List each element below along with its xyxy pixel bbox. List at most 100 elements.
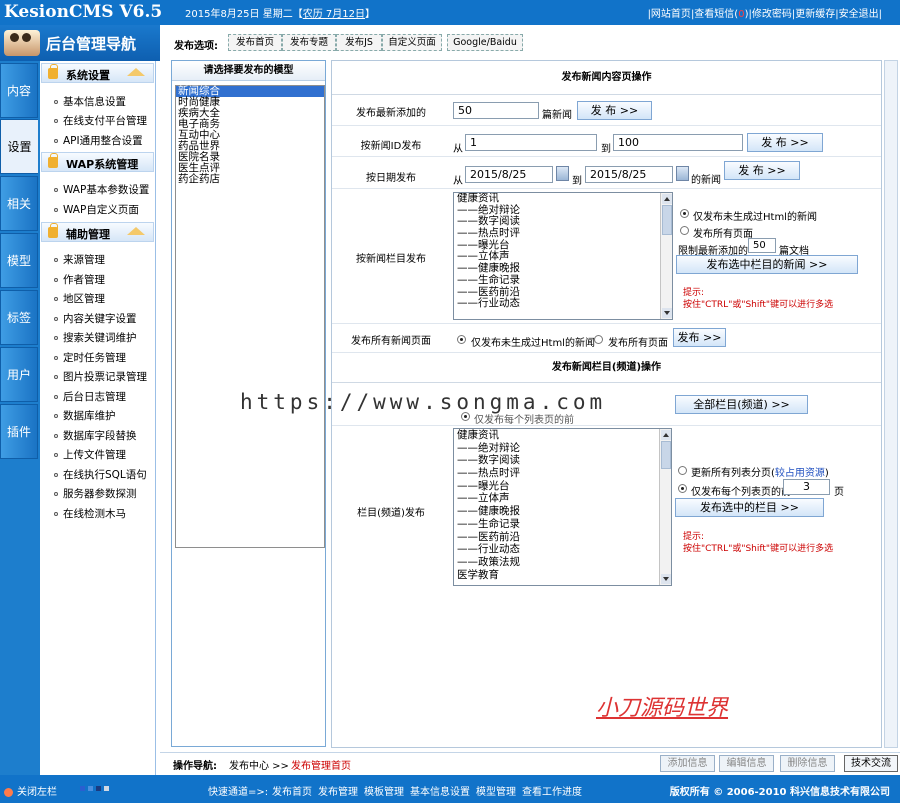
custom-page-button[interactable]: 自定义页面 — [382, 34, 442, 51]
quick-link-model[interactable]: 模型管理 — [476, 787, 516, 798]
model-option[interactable]: 药企药店 — [176, 174, 324, 185]
list-item[interactable]: 健康资讯 — [454, 193, 672, 205]
sidebar-item-upload-files[interactable]: 上传文件管理 — [54, 447, 126, 462]
add-info-button[interactable]: 添加信息 — [660, 755, 715, 772]
publish-latest-button[interactable]: 发 布 >> — [577, 101, 652, 120]
messages-link[interactable]: |查看短信( — [691, 9, 738, 20]
publish-by-date-button[interactable]: 发 布 >> — [724, 161, 800, 180]
tab-users[interactable]: 用户 — [0, 347, 38, 402]
sidebar-item-source[interactable]: 来源管理 — [54, 252, 105, 267]
sidebar-item-trojan-check[interactable]: 在线检测木马 — [54, 506, 126, 521]
publish-special-button[interactable]: 发布专题 — [282, 34, 336, 51]
list-item[interactable]: ——行业动态 — [454, 297, 672, 310]
sidebar-item-author[interactable]: 作者管理 — [54, 272, 105, 287]
list-scrollbar[interactable] — [659, 429, 671, 585]
sidebar-item-keywords[interactable]: 内容关键字设置 — [54, 311, 137, 326]
tab-related[interactable]: 相关 — [0, 176, 38, 231]
publish-all-channels-button[interactable]: 全部栏目(频道) >> — [675, 395, 808, 414]
list-item[interactable]: 医学教育 — [454, 569, 671, 582]
publish-column-news-button[interactable]: 发布选中栏目的新闻 >> — [676, 255, 858, 274]
sidebar-item-payment-platform[interactable]: 在线支付平台管理 — [54, 113, 147, 128]
sidebar-item-image-votes[interactable]: 图片投票记录管理 — [54, 369, 147, 384]
theme-swatch-icon[interactable] — [104, 786, 109, 791]
model-list[interactable]: 新闻综合 时尚健康 疾病大全 电子商务 互动中心 药品世界 医院名录 医生点评 … — [175, 85, 325, 548]
sidebar-item-region[interactable]: 地区管理 — [54, 291, 105, 306]
sidebar-item-sql[interactable]: 在线执行SQL语句 — [54, 467, 147, 482]
sidebar-item-admin-log[interactable]: 后台日志管理 — [54, 389, 126, 404]
publish-js-button[interactable]: 发布JS — [336, 34, 382, 51]
home-link[interactable]: |网站首页 — [648, 9, 691, 20]
section-wap-system[interactable]: WAP系统管理 — [41, 152, 154, 172]
sidebar-item-db-maintenance[interactable]: 数据库维护 — [54, 408, 116, 423]
section-system-settings[interactable]: 系统设置 — [41, 63, 154, 83]
list-item[interactable]: ——健康晚报 — [454, 505, 671, 518]
quick-link-publish-home[interactable]: 发布首页 — [272, 787, 312, 798]
close-sidebar-button[interactable]: 关闭左栏 — [4, 783, 57, 798]
tab-content[interactable]: 内容 — [0, 63, 38, 118]
quick-link-template[interactable]: 模板管理 — [364, 787, 404, 798]
list-item[interactable]: ——医药前沿 — [454, 531, 671, 544]
calendar-icon[interactable] — [556, 166, 569, 181]
channel-column-list[interactable]: 健康资讯 ——绝对辩论 ——数字阅读 ——热点时评 ——曝光台 ——立体声 ——… — [453, 428, 672, 586]
unpublished-only-radio[interactable] — [680, 209, 689, 218]
section-auxiliary[interactable]: 辅助管理 — [41, 222, 154, 242]
publish-by-id-button[interactable]: 发 布 >> — [747, 133, 823, 152]
sidebar-item-search-keywords[interactable]: 搜索关键词维护 — [54, 330, 137, 345]
list-item[interactable]: ——热点时评 — [454, 227, 672, 240]
list-item[interactable]: ——政策法规 — [454, 556, 671, 569]
quick-link-progress[interactable]: 查看工作进度 — [522, 787, 582, 798]
quick-link-basic-info[interactable]: 基本信息设置 — [410, 787, 470, 798]
update-cache-link[interactable]: |更新缓存 — [792, 9, 835, 20]
update-all-pages-radio[interactable] — [678, 466, 687, 475]
main-scrollbar[interactable] — [884, 60, 898, 748]
latest-count-input[interactable]: 50 — [453, 102, 539, 119]
list-item[interactable]: ——绝对辩论 — [454, 442, 671, 455]
date-to-input[interactable]: 2015/8/25 — [585, 166, 673, 183]
publish-all-button[interactable]: 发布 >> — [673, 328, 726, 347]
list-scrollbar[interactable] — [660, 193, 672, 319]
edit-info-button[interactable]: 编辑信息 — [719, 755, 774, 772]
id-from-input[interactable]: 1 — [465, 134, 597, 151]
sidebar-item-server-probe[interactable]: 服务器参数探测 — [54, 486, 137, 501]
list-item[interactable]: ——曝光台 — [454, 480, 671, 493]
list-item[interactable]: ——热点时评 — [454, 467, 671, 480]
tab-tags[interactable]: 标签 — [0, 290, 38, 345]
list-item[interactable]: ——数字阅读 — [454, 454, 671, 467]
quick-link-publish-manage[interactable]: 发布管理 — [318, 787, 358, 798]
lunar-date-link[interactable]: 农历 7月12日 — [303, 9, 365, 20]
pages-count-input[interactable]: 3 — [783, 479, 830, 495]
list-item[interactable]: 健康资讯 — [454, 429, 671, 442]
sidebar-item-wap-custom-page[interactable]: WAP自定义页面 — [54, 202, 139, 217]
list-item[interactable]: ——行业动态 — [454, 543, 671, 556]
limit-input[interactable]: 50 — [748, 238, 776, 253]
theme-swatch-icon[interactable] — [80, 786, 85, 791]
calendar-icon[interactable] — [676, 166, 689, 181]
first-pages-radio[interactable] — [678, 484, 687, 493]
sidebar-item-scheduled-tasks[interactable]: 定时任务管理 — [54, 350, 126, 365]
publish-home-button[interactable]: 发布首页 — [228, 34, 282, 51]
delete-info-button[interactable]: 删除信息 — [780, 755, 835, 772]
tab-models[interactable]: 模型 — [0, 233, 38, 288]
tab-plugins[interactable]: 插件 — [0, 404, 38, 459]
publish-selected-channels-button[interactable]: 发布选中的栏目 >> — [675, 498, 824, 517]
change-password-link[interactable]: )|修改密码 — [745, 9, 792, 20]
news-column-list[interactable]: 健康资讯 ——绝对辩论 ——数字阅读 ——热点时评 ——曝光台 ——立体声 ——… — [453, 192, 673, 320]
list-item[interactable]: ——生命记录 — [454, 274, 672, 287]
all-everything-radio[interactable] — [594, 335, 603, 344]
sidebar-item-db-field-replace[interactable]: 数据库字段替换 — [54, 428, 137, 443]
theme-swatch-icon[interactable] — [96, 786, 101, 791]
all-pages-radio[interactable] — [680, 226, 689, 235]
sidebar-item-api-integration[interactable]: API通用整合设置 — [54, 133, 143, 148]
list-item[interactable]: ——立体声 — [454, 492, 671, 505]
google-baidu-button[interactable]: Google/Baidu — [447, 34, 523, 51]
tech-support-button[interactable]: 技术交流 — [844, 755, 898, 772]
date-from-input[interactable]: 2015/8/25 — [465, 166, 553, 183]
theme-swatch-icon[interactable] — [88, 786, 93, 791]
id-to-input[interactable]: 100 — [613, 134, 743, 151]
sidebar-item-basic-info[interactable]: 基本信息设置 — [54, 94, 126, 109]
list-item[interactable]: ——生命记录 — [454, 518, 671, 531]
sidebar-item-wap-params[interactable]: WAP基本参数设置 — [54, 182, 149, 197]
all-unpublished-radio[interactable] — [457, 335, 466, 344]
tab-settings[interactable]: 设置 — [0, 119, 38, 174]
op-nav-center-link[interactable]: 发布中心 >> — [229, 757, 289, 772]
